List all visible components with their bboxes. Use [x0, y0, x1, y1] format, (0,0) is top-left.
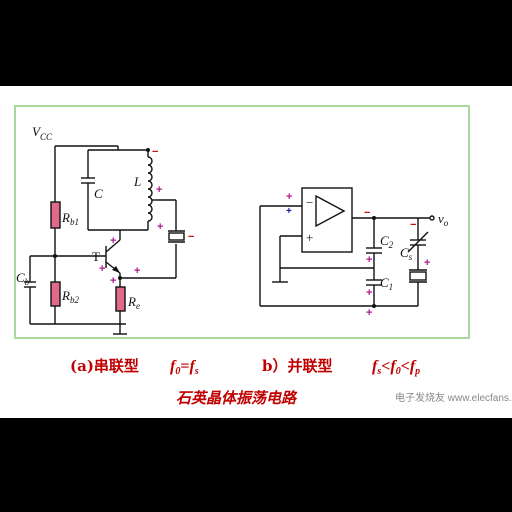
t-label: T [92, 249, 100, 264]
c2-label: C2 [380, 233, 394, 250]
c1-label: C1 [380, 275, 393, 292]
plus-mark: + [366, 307, 372, 319]
minus-mark: − [188, 231, 194, 243]
minus-mark: − [410, 219, 416, 231]
output-terminal [429, 215, 435, 221]
vcc-label: VCC [32, 124, 53, 142]
rb2-label: Rb2 [61, 288, 79, 305]
caption-series: (a)串联型 [70, 357, 139, 375]
plus-mark: + [366, 287, 372, 299]
plus-mark: + [99, 263, 105, 275]
junction-dot [53, 254, 57, 258]
caption-parallel: b）并联型 [262, 357, 333, 375]
opamp-minus: − [306, 195, 313, 210]
rb1-label: Rb1 [61, 210, 79, 227]
junction-dot [146, 148, 150, 152]
junction-dot [118, 276, 122, 280]
vo-label: vo [438, 211, 449, 228]
caption-series-eq: f0=fs [170, 358, 199, 377]
opamp-plus: + [306, 230, 313, 245]
rb2-resistor [50, 281, 61, 307]
plus-mark: + [286, 206, 292, 217]
crystal-body [409, 271, 427, 281]
re-resistor [115, 286, 126, 312]
rb1-resistor [50, 201, 61, 229]
cs-label: Cs [400, 245, 413, 262]
c-label: C [94, 186, 103, 201]
inductor-coil [147, 156, 153, 222]
plus-mark: + [134, 265, 140, 277]
plus-mark: + [156, 184, 162, 196]
plus-mark: + [110, 275, 116, 287]
junction-dot [372, 216, 376, 220]
junction-dot [372, 304, 376, 308]
minus-mark: − [364, 207, 370, 219]
watermark: 电子发烧友 www.elecfans.com [395, 391, 512, 404]
plus-mark: + [110, 235, 116, 247]
caption-parallel-eq: fs<f0<fp [372, 358, 420, 377]
plus-mark: + [157, 221, 163, 233]
plus-mark: + [286, 191, 292, 203]
caption-line1: (a)串联型 f0=fs b）并联型 fs<f0<fp [70, 357, 420, 377]
plus-mark: + [424, 257, 430, 269]
cb-label: Cb [16, 270, 30, 287]
crystal-body [168, 232, 185, 241]
l-label: L [133, 174, 141, 189]
minus-mark: − [152, 146, 158, 158]
re-label: Re [127, 294, 140, 311]
plus-mark: + [366, 254, 372, 266]
circuit-diagram: VCC C L Rb1 Rb2 Cb T Re − + + − + + + + … [16, 124, 512, 407]
caption-title: 石英晶体振荡电路 [176, 389, 298, 407]
